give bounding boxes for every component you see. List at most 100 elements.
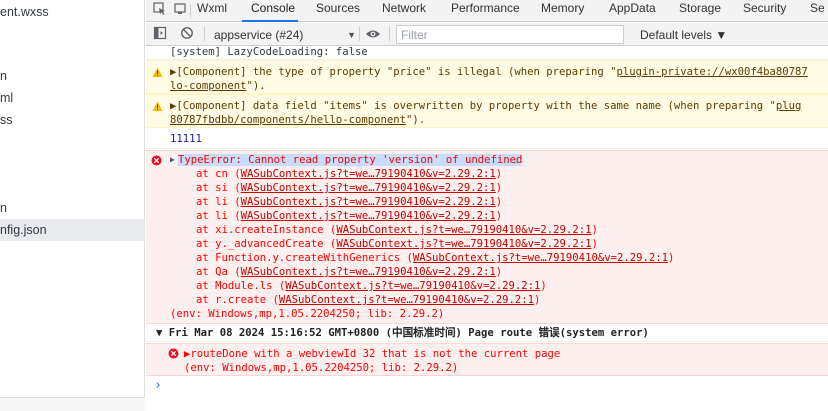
warning-icon bbox=[152, 67, 163, 77]
error-message-text[interactable]: ▶routeDone with a webviewId 32 that is n… bbox=[184, 347, 560, 361]
stack-frame: at Qa (WASubContext.js?t=we…79190410&v=2… bbox=[196, 265, 502, 279]
stack-frame-function: at y._advancedCreate ( bbox=[196, 238, 337, 250]
stack-frame-function: at li ( bbox=[196, 196, 241, 208]
stack-frame-function: at Function.y.createWithGenerics ( bbox=[196, 252, 413, 264]
error-title: TypeError: Cannot read property 'version… bbox=[178, 154, 523, 166]
stack-frame-function: at Qa ( bbox=[196, 266, 241, 278]
tab-separator bbox=[190, 4, 191, 18]
file-item[interactable]: ml bbox=[0, 87, 145, 109]
console-toolbar: appservice (#24) ▼ Default levels ▼ bbox=[146, 23, 828, 46]
stack-frame-end: ) bbox=[495, 210, 503, 222]
devtools-panel: Wxml Console Sources Network Performance… bbox=[146, 0, 828, 411]
file-item[interactable]: ss bbox=[0, 109, 145, 131]
console-prompt[interactable]: › bbox=[154, 379, 162, 393]
stack-frame-end: ) bbox=[591, 224, 598, 236]
console-warning: ▶[Component] data field "items" is overw… bbox=[146, 94, 828, 128]
stack-frame-function: at si ( bbox=[196, 182, 241, 194]
warning-message-tail: "). bbox=[246, 80, 266, 92]
stack-frame-end: ) bbox=[540, 280, 547, 292]
file-item[interactable]: n bbox=[0, 65, 145, 87]
log-levels-dropdown[interactable]: Default levels ▼ bbox=[640, 27, 727, 43]
stack-frame-function: at r.create ( bbox=[196, 294, 279, 306]
source-link[interactable]: WASubContext.js?t=we…79190410&v=2.29.2:1 bbox=[241, 182, 496, 194]
stack-frame-end: ) bbox=[495, 266, 503, 278]
tab-overflow[interactable]: Se bbox=[810, 0, 825, 22]
log-value: 11111 bbox=[170, 133, 202, 145]
tab-network[interactable]: Network bbox=[382, 0, 426, 22]
stack-frame-function: at cn ( bbox=[196, 168, 241, 180]
stack-frame: at li (WASubContext.js?t=we…79190410&v=2… bbox=[196, 209, 502, 223]
tab-wxml[interactable]: Wxml bbox=[197, 0, 227, 22]
tab-storage[interactable]: Storage bbox=[679, 0, 721, 22]
source-link[interactable]: WASubContext.js?t=we…79190410&v=2.29.2:1 bbox=[241, 266, 496, 278]
stack-frame: at li (WASubContext.js?t=we…79190410&v=2… bbox=[196, 195, 502, 209]
devtools-tab-bar: Wxml Console Sources Network Performance… bbox=[146, 0, 828, 22]
stack-frame-function: at xi.createInstance ( bbox=[196, 224, 337, 236]
source-link[interactable]: WASubContext.js?t=we…79190410&v=2.29.2:1 bbox=[336, 238, 591, 250]
warning-message-text: ▶[Component] data field "items" is overw… bbox=[170, 100, 776, 112]
file-item-selected[interactable]: nfig.json bbox=[0, 219, 145, 241]
dropdown-caret-icon: ▼ bbox=[347, 30, 356, 40]
env-info: (env: Windows,mp,1.05.2204250; lib: 2.29… bbox=[170, 308, 445, 320]
source-link[interactable]: plug bbox=[776, 100, 802, 112]
source-link[interactable]: lo-component bbox=[170, 80, 247, 92]
file-panel: ent.wxss n ml ss n nfig.json bbox=[0, 0, 145, 411]
stack-frame: at r.create (WASubContext.js?t=we…791904… bbox=[196, 293, 540, 307]
source-link[interactable]: WASubContext.js?t=we…79190410&v=2.29.2:1 bbox=[285, 280, 540, 292]
stack-frame-end: ) bbox=[495, 196, 503, 208]
context-selector[interactable]: appservice (#24) ▼ bbox=[214, 27, 356, 43]
source-link[interactable]: WASubContext.js?t=we…79190410&v=2.29.2:1 bbox=[241, 196, 496, 208]
stack-frame-end: ) bbox=[534, 294, 541, 306]
stack-frame-end: ) bbox=[667, 252, 675, 264]
filter-input[interactable] bbox=[396, 25, 624, 44]
group-header-text: ▼ Fri Mar 08 2024 15:16:52 GMT+0800 (中国标… bbox=[156, 327, 649, 339]
source-link[interactable]: WASubContext.js?t=we…79190410&v=2.29.2:1 bbox=[241, 210, 496, 222]
tab-memory[interactable]: Memory bbox=[541, 0, 584, 22]
warning-icon bbox=[152, 101, 163, 111]
source-link[interactable]: WASubContext.js?t=we…79190410&v=2.29.2:1 bbox=[279, 294, 534, 306]
file-item[interactable]: ent.wxss bbox=[0, 1, 145, 23]
console-warning: ▶[Component] the type of property "price… bbox=[146, 60, 828, 94]
stack-frame: at Function.y.createWithGenerics (WASubC… bbox=[196, 251, 674, 265]
clear-console-icon[interactable] bbox=[180, 26, 198, 42]
stack-frame-end: ) bbox=[495, 168, 503, 180]
system-message-text: [system] LazyCodeLoading: false bbox=[170, 46, 368, 58]
toolbar-separator bbox=[359, 27, 360, 41]
live-expression-eye-icon[interactable] bbox=[365, 27, 383, 43]
device-toolbar-icon[interactable] bbox=[173, 2, 191, 18]
warning-message-tail: "). bbox=[406, 114, 426, 126]
stack-frame: at xi.createInstance (WASubContext.js?t=… bbox=[196, 223, 598, 237]
stack-frame-end: ) bbox=[591, 238, 598, 250]
context-selector-label: appservice (#24) bbox=[214, 28, 304, 42]
source-link[interactable]: WASubContext.js?t=we…79190410&v=2.29.2:1 bbox=[336, 224, 591, 236]
toolbar-separator bbox=[204, 27, 205, 41]
source-link[interactable]: plugin-private://wx00f4ba80787 bbox=[616, 66, 807, 78]
error-icon bbox=[168, 348, 179, 359]
expand-triangle-icon[interactable]: ▶ bbox=[170, 153, 175, 167]
console-output: [system] LazyCodeLoading: false ▶[Compon… bbox=[146, 46, 828, 411]
stack-frame-function: at li ( bbox=[196, 210, 241, 222]
tab-console[interactable]: Console bbox=[242, 0, 298, 22]
source-link[interactable]: WASubContext.js?t=we…79190410&v=2.29.2:1 bbox=[413, 252, 668, 264]
tab-appdata[interactable]: AppData bbox=[609, 0, 656, 22]
stack-frame-function: at Module.ls ( bbox=[196, 280, 286, 292]
source-link[interactable]: WASubContext.js?t=we…79190410&v=2.29.2:1 bbox=[241, 168, 496, 180]
tab-performance[interactable]: Performance bbox=[451, 0, 520, 22]
file-panel-scrollbar[interactable] bbox=[0, 397, 145, 411]
console-error: ▶ TypeError: Cannot read property 'versi… bbox=[146, 150, 828, 324]
tab-security[interactable]: Security bbox=[743, 0, 786, 22]
stack-frame: at Module.ls (WASubContext.js?t=we…79190… bbox=[196, 279, 547, 293]
stack-frame: at si (WASubContext.js?t=we…79190410&v=2… bbox=[196, 181, 502, 195]
inspect-element-icon[interactable] bbox=[153, 2, 171, 18]
warning-message-text: ▶[Component] the type of property "price… bbox=[170, 66, 617, 78]
stack-frame: at y._advancedCreate (WASubContext.js?t=… bbox=[196, 237, 598, 251]
tab-sources[interactable]: Sources bbox=[316, 0, 360, 22]
source-link[interactable]: 80787fbdbb/components/hello-component bbox=[170, 114, 406, 126]
sidebar-toggle-icon[interactable] bbox=[153, 26, 171, 42]
stack-frame: at cn (WASubContext.js?t=we…79190410&v=2… bbox=[196, 167, 502, 181]
file-item[interactable]: n bbox=[0, 197, 145, 219]
console-group-header[interactable]: ▼ Fri Mar 08 2024 15:16:52 GMT+0800 (中国标… bbox=[146, 324, 828, 342]
console-log: 11111 bbox=[146, 129, 828, 149]
console-error: ▶routeDone with a webviewId 32 that is n… bbox=[146, 343, 828, 376]
error-icon bbox=[151, 155, 162, 166]
